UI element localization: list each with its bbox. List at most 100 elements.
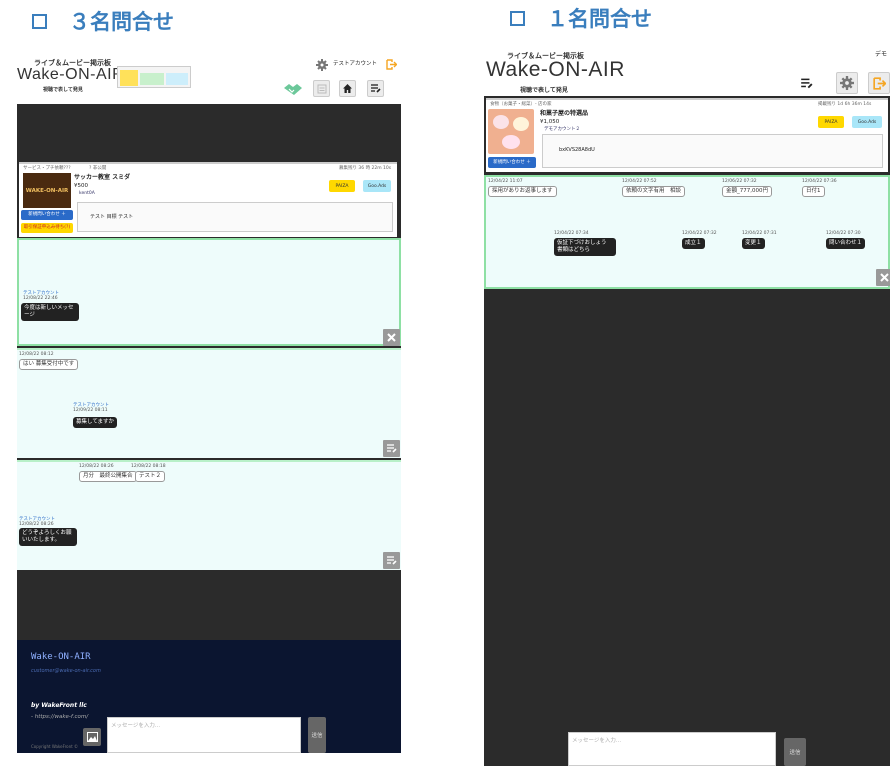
- checkbox-icon: [510, 10, 525, 26]
- filter-icon[interactable]: [383, 440, 400, 457]
- post-thumbnail[interactable]: [488, 109, 534, 154]
- message-bubble: はい 募集受付中です: [19, 359, 79, 371]
- filter-icon[interactable]: [383, 552, 400, 569]
- brand-logo[interactable]: Wake-ON-AIR: [486, 58, 625, 82]
- post-title[interactable]: サッカー教室 スミダ: [74, 174, 130, 182]
- footer-company: by WakeFront llc: [31, 702, 87, 709]
- heading-left: ３名問合せ: [32, 6, 174, 36]
- message-time: 12/04/22 07:52: [622, 179, 657, 184]
- message-bubble: 採用がありお返事します: [488, 186, 557, 198]
- delete-icon[interactable]: [876, 269, 890, 286]
- footer-brand[interactable]: Wake-ON-AIR: [31, 652, 91, 662]
- post-category: 食物（お菓子・総菜）- 店の家: [490, 102, 552, 107]
- delete-icon[interactable]: [383, 329, 400, 346]
- post-flag: ? 非公開: [89, 166, 107, 171]
- filter-icon[interactable]: [367, 80, 384, 97]
- screenshot-left: ライブ＆ムービー掲示板 Wake-ON-AIR 視聴で表して発見 テストアカウン…: [17, 44, 401, 753]
- message-time: 12/08/22 22:46: [23, 296, 58, 301]
- post-owner[interactable]: デモアカウント２: [544, 127, 580, 132]
- inquiry-thread-2[interactable]: 12/08/22 08:12 はい 募集受付中です テストアカウント 12/09…: [17, 348, 401, 458]
- account-name[interactable]: デモ: [875, 51, 887, 59]
- header-banner[interactable]: [117, 66, 191, 88]
- inquiry-thread-3[interactable]: 12/08/22 08:26 12/08/22 08:18 月分 最終公開集合 …: [17, 460, 401, 570]
- message-time: 12/06/22 07:32: [722, 179, 757, 184]
- new-inquiry-button[interactable]: 新規問い合わせ ＋: [21, 210, 73, 220]
- footer-url[interactable]: - https://wake-f.com/: [31, 714, 88, 720]
- post-price: ¥1,050: [540, 119, 560, 125]
- post-owner[interactable]: kent0A: [79, 191, 95, 196]
- home-icon[interactable]: [339, 80, 356, 97]
- message-input[interactable]: メッセージを入力...: [107, 717, 301, 753]
- heading-right-text: １名問合せ: [547, 7, 652, 31]
- brand-subtitle: 視聴で表して発見: [520, 87, 568, 94]
- post-category: サービス・プチ依頼???: [23, 166, 71, 171]
- filter-icon[interactable]: [797, 74, 815, 92]
- send-button[interactable]: 送信: [784, 738, 806, 766]
- message-time: 12/08/22 08:26: [79, 464, 114, 469]
- sweet-1: [493, 115, 509, 129]
- message-bubble: 仮証下づけおしょう 書類はどちら: [554, 238, 616, 257]
- list-icon[interactable]: [313, 80, 330, 97]
- brand-subtitle: 視聴で表して発見: [43, 87, 83, 93]
- message-bubble: 依頼の文字有用 相談: [622, 186, 686, 198]
- message-bubble: 今度は新しいメッセージ: [21, 303, 79, 322]
- new-inquiry-button[interactable]: 新規問い合わせ ＋: [488, 157, 536, 168]
- message-input[interactable]: メッセージを入力...: [568, 732, 776, 766]
- memo-text: テスト 目標 テスト: [90, 214, 134, 220]
- post-card[interactable]: 食物（お菓子・総菜）- 店の家 掲載残り 1d 6h 36m 14s 和菓子屋の…: [486, 98, 888, 172]
- logout-icon[interactable]: [868, 72, 890, 94]
- post-deadline: 掲載残り 1d 6h 36m 14s: [818, 102, 872, 107]
- inquiry-thread-1[interactable]: テストアカウント 12/08/22 22:46 今度は新しいメッセージ: [17, 238, 401, 346]
- gear-icon[interactable]: [836, 72, 858, 94]
- thumbnail-text: WAKE-ON-AIR: [25, 187, 69, 194]
- sweet-3: [502, 135, 520, 149]
- message-bubble: 成立１: [682, 238, 705, 250]
- checkbox-icon: [32, 13, 47, 29]
- logout-icon[interactable]: [385, 58, 397, 70]
- post-price: ¥500: [74, 183, 88, 189]
- message-time: 12/04/22 07:32: [682, 231, 717, 236]
- app-header: ライブ＆ムービー掲示板 Wake-ON-AIR 視聴で表して発見 テストアカウン…: [17, 44, 401, 104]
- message-bubble: どうぞよろしくお願いいたします。: [19, 528, 77, 547]
- message-bubble: 変更１: [742, 238, 765, 250]
- memo-box: bxKVS28A8dU: [542, 134, 883, 168]
- message-bubble: 募集してますか: [73, 417, 118, 429]
- message-bubble: 月分 最終公開集合: [79, 471, 137, 483]
- message-bubble: 問い合わせ１: [826, 238, 866, 250]
- inquiry-thread-1[interactable]: 12/04/22 11:07 採用がありお返事します 12/04/22 07:5…: [484, 175, 890, 289]
- message-time: 12/04/22 07:34: [554, 231, 589, 236]
- footer-email[interactable]: customer@wake-on-air.com: [31, 668, 101, 674]
- memo-text: bxKVS28A8dU: [559, 147, 595, 153]
- banner-tile-blue: [166, 73, 188, 85]
- gear-icon[interactable]: [315, 58, 329, 72]
- message-bubble: テスト２: [135, 471, 166, 483]
- ads-button[interactable]: Goo.Ads: [363, 180, 391, 192]
- paiza-button[interactable]: PAIZA: [818, 116, 844, 128]
- post-card[interactable]: サービス・プチ依頼??? ? 非公開 募集残り 36 時 22m 10s WAK…: [19, 162, 397, 237]
- message-time: 12/04/22 07:36: [802, 179, 837, 184]
- send-button[interactable]: 送信: [308, 717, 326, 753]
- message-time: 12/08/22 08:18: [131, 464, 166, 469]
- image-icon[interactable]: [83, 728, 101, 746]
- message-time: 12/09/22 08:11: [73, 408, 108, 413]
- post-thumbnail[interactable]: WAKE-ON-AIR: [23, 173, 71, 208]
- handshake-icon[interactable]: [283, 80, 303, 98]
- message-time: 12/04/22 07:30: [826, 231, 861, 236]
- post-title[interactable]: 和菓子屋の特選品: [540, 110, 588, 118]
- account-name[interactable]: テストアカウント: [333, 61, 377, 68]
- app-header: ライブ＆ムービー掲示板 Wake-ON-AIR 視聴で表して発見 デモ: [484, 44, 890, 96]
- message-time: 12/08/22 08:26: [19, 522, 54, 527]
- heading-left-text: ３名問合せ: [69, 10, 174, 34]
- sweet-2: [513, 117, 529, 131]
- footer-copyright: Copyright WakeFront ©: [31, 744, 78, 749]
- paiza-button[interactable]: PAIZA: [329, 180, 355, 192]
- message-time: 12/04/22 11:07: [488, 179, 523, 184]
- banner-tile-green: [140, 73, 164, 85]
- pending-guarantee-button[interactable]: 取引保証申込み待ち(?): [21, 223, 73, 233]
- memo-box: テスト 目標 テスト: [77, 202, 393, 232]
- ads-button[interactable]: Goo.Ads: [852, 116, 882, 128]
- brand-logo[interactable]: Wake-ON-AIR: [17, 66, 124, 84]
- message-time: 12/04/22 07:31: [742, 231, 777, 236]
- message-time: 12/08/22 08:12: [19, 352, 54, 357]
- message-bubble: 金額_777,000円: [722, 186, 772, 198]
